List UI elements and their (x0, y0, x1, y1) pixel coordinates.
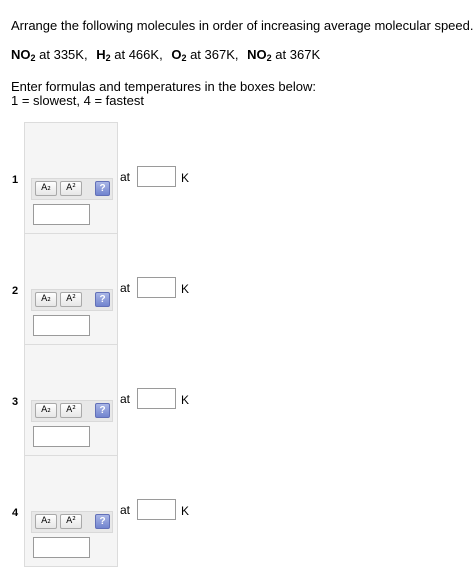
given-molecules: NO2 at 335K, H2 at 466K, O2 at 367K, NO2… (11, 47, 321, 63)
formula-editor-panel: A₂ A² ? (24, 455, 118, 567)
formula-editor-panel: A₂ A² ? (24, 122, 118, 234)
subscript-button[interactable]: A₂ (35, 514, 57, 529)
formula-input[interactable] (33, 315, 90, 336)
help-icon[interactable]: ? (95, 181, 110, 196)
subscript-button[interactable]: A₂ (35, 292, 57, 307)
help-icon[interactable]: ? (95, 514, 110, 529)
answer-row-4: 4 A₂ A² ? at K (0, 455, 474, 567)
kelvin-unit-label: K (181, 171, 190, 185)
answer-row-1: 1 A₂ A² ? at K (0, 122, 474, 234)
given-item-2: H2 at 466K, (96, 47, 163, 63)
formula-editor-panel: A₂ A² ? (24, 233, 118, 345)
formula-input[interactable] (33, 537, 90, 558)
temperature-input[interactable] (137, 277, 176, 298)
at-label: at (120, 503, 131, 517)
temperature-input[interactable] (137, 388, 176, 409)
superscript-button[interactable]: A² (60, 181, 82, 196)
answer-row-2: 2 A₂ A² ? at K (0, 233, 474, 345)
instructions-line-1: Enter formulas and temperatures in the b… (11, 79, 316, 94)
at-label: at (120, 170, 131, 184)
formula-editor-panel: A₂ A² ? (24, 344, 118, 456)
formula-input[interactable] (33, 204, 90, 225)
superscript-button[interactable]: A² (60, 403, 82, 418)
superscript-button[interactable]: A² (60, 514, 82, 529)
at-label: at (120, 392, 131, 406)
superscript-button[interactable]: A² (60, 292, 82, 307)
given-item-4: NO2 at 367K (247, 47, 321, 63)
formula-input[interactable] (33, 426, 90, 447)
question-prompt: Arrange the following molecules in order… (11, 18, 474, 33)
given-item-3: O2 at 367K, (171, 47, 239, 63)
temperature-input[interactable] (137, 166, 176, 187)
instructions-line-2: 1 = slowest, 4 = fastest (11, 93, 144, 108)
kelvin-unit-label: K (181, 504, 190, 518)
help-icon[interactable]: ? (95, 292, 110, 307)
rank-number: 2 (12, 285, 19, 297)
rank-number: 1 (12, 174, 19, 186)
help-icon[interactable]: ? (95, 403, 110, 418)
rank-number: 3 (12, 396, 19, 408)
subscript-button[interactable]: A₂ (35, 181, 57, 196)
temperature-input[interactable] (137, 499, 176, 520)
given-item-1: NO2 at 335K, (11, 47, 88, 63)
kelvin-unit-label: K (181, 282, 190, 296)
rank-number: 4 (12, 507, 19, 519)
kelvin-unit-label: K (181, 393, 190, 407)
subscript-button[interactable]: A₂ (35, 403, 57, 418)
answer-row-3: 3 A₂ A² ? at K (0, 344, 474, 456)
at-label: at (120, 281, 131, 295)
